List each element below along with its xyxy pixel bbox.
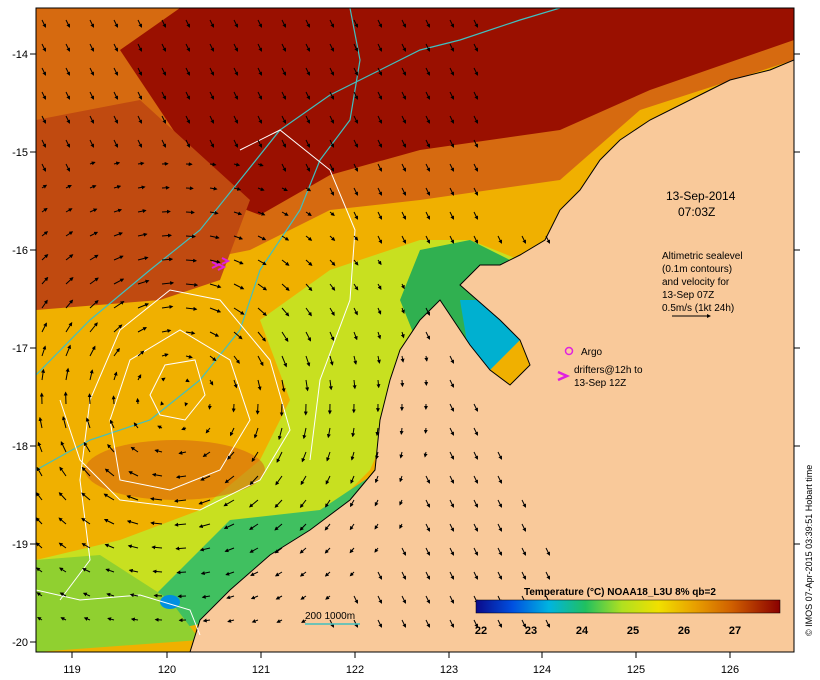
x-tick-label: 124 xyxy=(533,664,551,676)
sst-field xyxy=(36,8,794,652)
velocity-arrow xyxy=(161,209,171,214)
x-tick-label: 126 xyxy=(721,664,739,676)
x-tick-label: 123 xyxy=(440,664,458,676)
colorbar-tick: 24 xyxy=(576,625,589,637)
velocity-arrow xyxy=(135,397,140,405)
credit-text: © IMOS 07-Apr-2015 03:39:51 Hobart time xyxy=(804,465,814,636)
velocity-arrow xyxy=(399,427,404,435)
altimetry-note-line: 13-Sep 07Z xyxy=(662,290,714,301)
velocity-arrow xyxy=(423,427,428,434)
x-tick-label: 125 xyxy=(627,664,645,676)
velocity-arrow xyxy=(185,234,196,239)
x-tick-label: 120 xyxy=(158,664,176,676)
colorbar-tick: 26 xyxy=(678,625,690,637)
date-label: 13-Sep-2014 xyxy=(666,189,736,203)
velocity-arrow xyxy=(153,593,163,598)
drifter-label: drifters@12h to xyxy=(574,365,643,376)
y-tick-label: -20 xyxy=(12,637,28,649)
velocity-arrow xyxy=(160,401,165,406)
altimetry-note-line: and velocity for xyxy=(662,277,730,288)
velocity-arrow xyxy=(376,379,381,389)
velocity-arrow xyxy=(184,402,189,407)
colorbar-tick: 25 xyxy=(627,625,639,637)
altimetry-note-line: (0.1m contours) xyxy=(662,264,732,275)
y-tick-label: -15 xyxy=(12,147,28,159)
y-tick-label: -17 xyxy=(12,343,28,355)
altimetry-note-line: 0.5m/s (1kt 24h) xyxy=(662,303,734,314)
y-tick-label: -19 xyxy=(12,539,28,551)
velocity-arrow xyxy=(400,379,405,388)
drifter-label: 13-Sep 12Z xyxy=(574,378,626,389)
x-axis: 119 120 121 122 123 124 125 126 xyxy=(63,652,739,676)
y-tick-label: -14 xyxy=(12,49,28,61)
sst-map: 119 120 121 122 123 124 125 126 -14 -15 … xyxy=(12,7,814,676)
argo-label: Argo xyxy=(581,347,603,358)
colorbar-tick: 22 xyxy=(475,625,487,637)
velocity-arrow xyxy=(111,395,116,405)
colorbar-tick: 23 xyxy=(525,625,537,637)
altimetry-note-line: Altimetric sealevel xyxy=(662,251,743,262)
colorbar-tick: 27 xyxy=(729,625,741,637)
x-tick-label: 121 xyxy=(252,664,270,676)
x-tick-label: 122 xyxy=(346,664,364,676)
x-tick-label: 119 xyxy=(63,664,81,676)
time-label: 07:03Z xyxy=(678,205,715,219)
velocity-arrow xyxy=(255,403,260,415)
velocity-arrow xyxy=(87,393,92,405)
y-tick-label: -18 xyxy=(12,441,28,453)
velocity-arrow xyxy=(207,403,212,410)
y-tick-label: -16 xyxy=(12,245,28,257)
velocity-arrow xyxy=(231,403,236,413)
colorbar-title: Temperature (°C) NOAA18_L3U 8% qb=2 xyxy=(524,587,716,598)
velocity-arrow xyxy=(175,546,187,551)
velocity-arrow xyxy=(185,210,195,215)
isobath-label: 200 1000m xyxy=(305,611,355,622)
velocity-arrow xyxy=(152,569,163,574)
velocity-arrow xyxy=(161,233,172,238)
velocity-arrow xyxy=(176,570,187,575)
